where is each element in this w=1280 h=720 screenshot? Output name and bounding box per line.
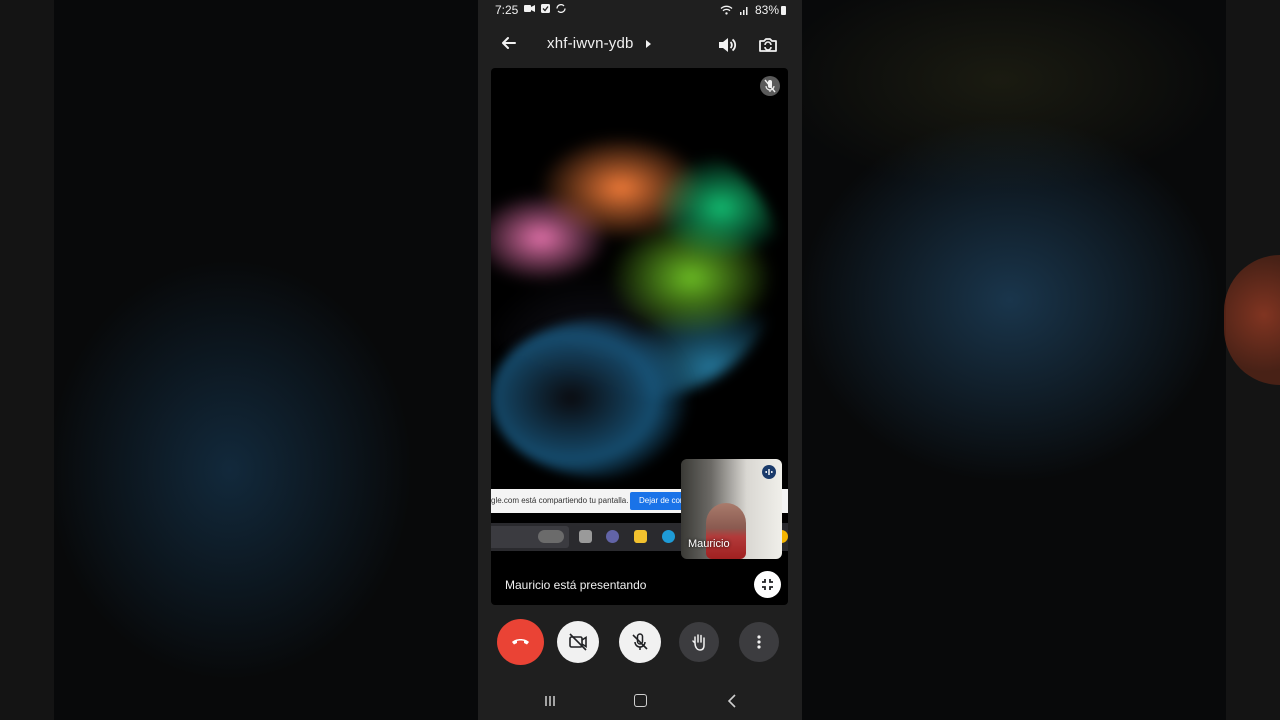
switch-camera-icon[interactable] [757,34,779,56]
taskbar-taskview-icon [579,530,592,543]
back-arrow-icon[interactable] [498,32,520,54]
caret-right-icon[interactable] [646,40,651,48]
hand-icon [692,634,705,651]
taskbar-widget-icon [538,530,564,543]
taskbar-edge-icon [662,530,675,543]
self-view-name: Mauricio [688,538,730,550]
speaking-indicator [762,465,776,479]
speaker-icon[interactable] [716,34,738,56]
hang-up-icon [512,639,529,645]
check-notification-icon [540,4,550,13]
shared-screen-wallpaper [491,68,788,488]
presenting-label: Mauricio está presentando [505,578,647,592]
collapse-icon [762,579,773,590]
home-icon[interactable] [634,694,647,707]
meeting-code-title[interactable]: xhf-iwvn-ydb [547,35,634,52]
signal-icon [739,7,748,15]
status-bar: 7:25 83% [478,0,802,20]
nav-back-icon[interactable] [727,694,737,708]
minimize-presentation-button[interactable] [754,571,781,598]
video-notification-icon [524,5,535,12]
self-view-tile[interactable]: Mauricio [681,459,782,559]
wifi-icon [720,5,733,15]
taskbar-chat-icon [606,530,619,543]
end-call-button[interactable] [497,619,544,665]
camera-off-icon [569,633,587,651]
camera-toggle-button[interactable] [557,621,599,663]
mic-off-icon [632,633,648,650]
raise-hand-button[interactable] [679,622,719,662]
more-vert-icon [757,635,761,649]
status-right: 83% [720,3,786,17]
system-nav-bar [478,690,802,714]
phone-screen: 7:25 83% xhf-iwvn-ydb gle.com está compa… [478,0,802,720]
battery-percent: 83% [754,3,779,17]
share-notice-text: gle.com está compartiendo tu pantalla. [491,496,629,505]
audio-level-icon [765,469,773,475]
call-controls [478,619,802,665]
sync-notification-icon [555,4,566,13]
recents-icon[interactable] [543,694,557,708]
mic-off-icon [764,79,776,93]
taskbar-folder-icon [634,530,647,543]
app-bar: xhf-iwvn-ydb [478,24,802,64]
status-time: 7:25 [495,3,519,17]
mic-toggle-button[interactable] [619,621,661,663]
notification-icons [524,4,566,16]
battery-icon [781,6,786,15]
dark-cloud-art [491,318,721,478]
left-letterbox [0,0,54,720]
presenter-muted-badge [760,76,780,96]
participant-video [706,503,746,559]
presentation-stage[interactable]: gle.com está compartiendo tu pantalla. D… [491,68,788,605]
more-options-button[interactable] [739,622,779,662]
